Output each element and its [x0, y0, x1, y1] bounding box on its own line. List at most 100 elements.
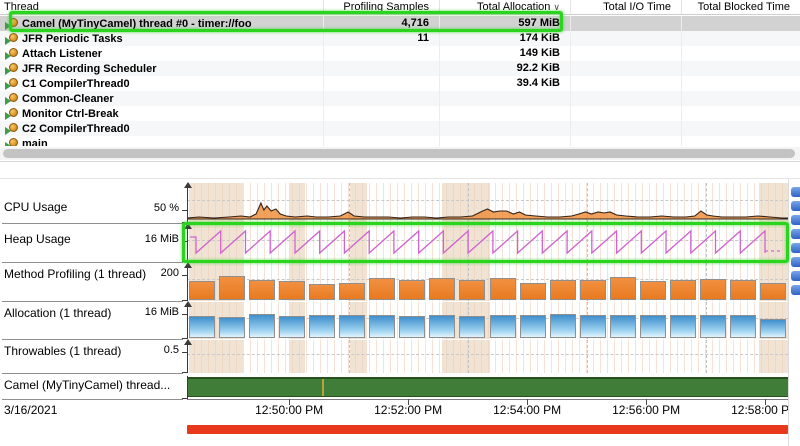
method-profiling-bar [309, 284, 335, 300]
blocked-time-cell [682, 76, 800, 91]
allocation-cell: 39.4 KiB [440, 76, 571, 91]
allocation-bar [730, 315, 756, 338]
thread-name: Monitor Ctrl-Break [22, 108, 119, 120]
timeline-row-label: Heap Usage [4, 232, 71, 246]
plot-area[interactable] [187, 340, 788, 373]
allocation-cell [440, 136, 571, 146]
thread-icon [5, 138, 19, 147]
plot-area[interactable] [187, 224, 788, 262]
mid-gridline [187, 354, 788, 355]
column-header-thread[interactable]: Thread [0, 0, 324, 14]
allocation-bar [640, 315, 666, 338]
samples-cell: 11 [324, 31, 440, 46]
table-row[interactable]: Monitor Ctrl-Break [0, 106, 800, 121]
axis-tick-label: 50 % [154, 202, 179, 214]
chart-tool-icon[interactable] [791, 257, 800, 267]
thread-name-cell: main [0, 136, 324, 146]
chart-row-bars_orange[interactable] [187, 263, 788, 301]
allocation-bar [700, 315, 726, 338]
thread-orb-icon [9, 18, 18, 27]
allocation-bar [610, 315, 636, 338]
chart-tool-icon[interactable] [791, 243, 800, 253]
allocation-bar [219, 317, 245, 338]
table-row[interactable]: main [0, 136, 800, 146]
allocation-bar [670, 315, 696, 338]
axis-arrow-icon [184, 262, 192, 268]
io-time-cell [571, 61, 682, 76]
chart-row-cpu[interactable] [187, 183, 788, 223]
chart-tool-icon[interactable] [791, 187, 800, 197]
method-profiling-bar [610, 277, 636, 300]
horizontal-scrollbar[interactable] [0, 147, 800, 160]
vertical-axis [187, 226, 188, 262]
thread-name-cell: Attach Listener [0, 46, 324, 61]
scrollbar-thumb[interactable] [3, 149, 795, 158]
chart-tool-icon[interactable] [791, 201, 800, 211]
allocation-bar [339, 315, 365, 338]
table-row[interactable]: Common-Cleaner [0, 91, 800, 106]
table-row[interactable]: C2 CompilerThread0 [0, 121, 800, 136]
blocked-time-cell [682, 46, 800, 61]
axis-tick [182, 275, 187, 276]
column-header-total-allocation[interactable]: Total Allocation∨ [440, 0, 571, 14]
method-profiling-bar [490, 278, 516, 300]
activity-band [442, 340, 491, 373]
vertical-axis [187, 304, 188, 339]
table-row[interactable]: C1 CompilerThread039.4 KiB [0, 76, 800, 91]
blocked-time-cell [682, 61, 800, 76]
thread-activity-bar[interactable] [187, 377, 788, 397]
chart-tool-icon[interactable] [791, 285, 800, 295]
samples-cell [324, 121, 440, 136]
axis-tick [182, 210, 187, 211]
column-header-total-blocked-time[interactable]: Total Blocked Time [682, 0, 800, 14]
column-header-total-i-o-time[interactable]: Total I/O Time [571, 0, 682, 14]
plot-area[interactable] [187, 374, 788, 399]
chart-tool-icon[interactable] [791, 271, 800, 281]
chart-tool-icon[interactable] [791, 215, 800, 225]
thread-name-cell: Common-Cleaner [0, 91, 324, 106]
table-row[interactable]: Attach Listener149 KiB [0, 46, 800, 61]
minute-gridline [706, 340, 707, 373]
timeline-selection-bar[interactable] [187, 425, 788, 434]
method-profiling-bar [580, 280, 606, 300]
plot-area[interactable] [187, 183, 788, 223]
column-header-label: Total Allocation [477, 1, 550, 13]
activity-band [350, 340, 367, 373]
axis-tick [182, 241, 187, 242]
plot-area[interactable] [187, 263, 788, 301]
chart-row-heap[interactable] [187, 224, 788, 262]
vertical-axis [187, 265, 188, 301]
date-label: 3/16/2021 [4, 403, 57, 417]
axis-tick-label: 200 [161, 267, 179, 279]
chart-row-empty[interactable] [187, 340, 788, 373]
thread-orb-icon [9, 48, 18, 57]
timeline-row-label: Throwables (1 thread) [4, 344, 121, 358]
table-row[interactable]: Camel (MyTinyCamel) thread #0 - timer://… [0, 16, 800, 31]
samples-cell [324, 76, 440, 91]
thread-name-cell: Monitor Ctrl-Break [0, 106, 324, 121]
axis-arrow-icon [184, 301, 192, 307]
row-separator [2, 223, 183, 224]
chart-tool-icon[interactable] [791, 229, 800, 239]
plot-area[interactable] [187, 302, 788, 339]
thread-icon [5, 78, 19, 90]
thread-icon [5, 63, 19, 75]
samples-cell [324, 61, 440, 76]
method-profiling-bar [369, 278, 395, 300]
thread-icon [5, 123, 19, 135]
table-row[interactable]: JFR Periodic Tasks11174 KiB [0, 31, 800, 46]
chart-row-bars_blue[interactable] [187, 302, 788, 339]
blocked-time-cell [682, 31, 800, 46]
table-row[interactable]: JFR Recording Scheduler92.2 KiB [0, 61, 800, 76]
chart-row-thread_span[interactable] [187, 374, 788, 399]
blocked-time-cell [682, 121, 800, 136]
thread-name-cell: JFR Recording Scheduler [0, 61, 324, 76]
right-toolbar-strip [788, 179, 800, 446]
thread-orb-icon [9, 108, 18, 117]
column-header-profiling-samples[interactable]: Profiling Samples [324, 0, 440, 14]
mid-gridline [187, 279, 788, 280]
thread-icon [5, 18, 19, 30]
thread-icon [5, 108, 19, 120]
time-label: 12:56:00 PM [596, 403, 696, 417]
vertical-axis [187, 376, 188, 399]
